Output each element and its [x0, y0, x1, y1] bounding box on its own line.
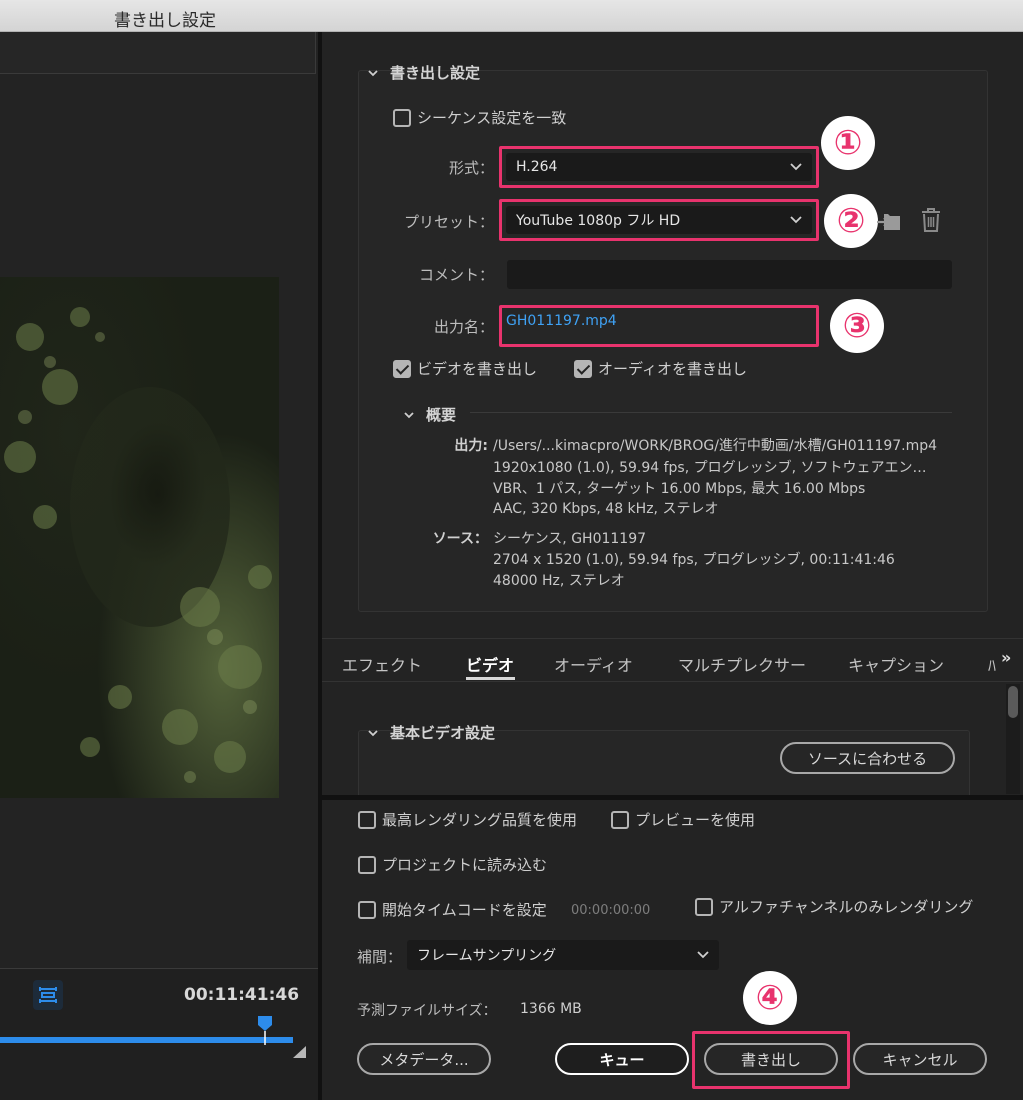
playhead-icon[interactable]	[257, 1015, 273, 1045]
summary-source-line: 2704 x 1520 (1.0), 59.94 fps, プログレッシブ, 0…	[493, 552, 895, 568]
import-into-project-label: プロジェクトに読み込む	[382, 856, 548, 874]
use-previews-checkbox[interactable]: プレビューを使用	[611, 809, 755, 830]
format-dropdown[interactable]: H.264	[506, 153, 812, 181]
chevron-down-icon	[790, 163, 802, 171]
comment-label: コメント：	[418, 266, 494, 284]
chevron-down-icon	[790, 216, 802, 224]
tab-video[interactable]: ビデオ	[466, 652, 514, 676]
estimated-size-label: 予測ファイルサイズ：	[357, 1003, 497, 1019]
tab-captions[interactable]: キャプション	[848, 652, 944, 676]
preset-dropdown[interactable]: YouTube 1080p フル HD	[506, 206, 812, 234]
scrollbar-thumb[interactable]	[1008, 686, 1018, 718]
format-label: 形式：	[448, 159, 494, 177]
checkbox-box[interactable]	[358, 810, 376, 829]
metadata-button[interactable]: メタデータ...	[357, 1043, 491, 1075]
match-source-button[interactable]: ソースに合わせる	[780, 742, 955, 774]
checkbox-box[interactable]	[393, 108, 411, 127]
step-badge-1: ①	[823, 118, 873, 168]
bottom-section-divider	[322, 795, 1023, 800]
summary-header[interactable]: 概要	[404, 404, 456, 425]
tab-overflow-icon[interactable]: »	[1001, 648, 1011, 667]
export-audio-checkbox[interactable]: オーディオを書き出し	[574, 358, 747, 379]
chevron-down-icon	[368, 729, 378, 736]
export-video-label: ビデオを書き出し	[417, 360, 538, 378]
chevron-down-icon	[368, 69, 378, 76]
chevron-down-icon	[697, 951, 709, 959]
checkbox-box[interactable]	[695, 897, 713, 916]
match-sequence-checkbox[interactable]: シーケンス設定を一致	[393, 107, 566, 128]
summary-divider	[470, 412, 952, 413]
window-titlebar: 書き出し設定	[0, 0, 1023, 32]
checkbox-box[interactable]	[393, 359, 411, 378]
summary-source-key: ソース：	[432, 531, 488, 547]
max-render-quality-label: 最高レンダリング品質を使用	[382, 811, 578, 829]
checkbox-box[interactable]	[611, 810, 629, 829]
set-start-timecode-checkbox[interactable]: 開始タイムコードを設定	[358, 899, 547, 920]
checkbox-box[interactable]	[358, 855, 376, 874]
export-video-checkbox[interactable]: ビデオを書き出し	[393, 358, 537, 379]
timecode-display: 00:11:41:46	[184, 985, 300, 1005]
export-button[interactable]: 書き出し	[704, 1043, 838, 1075]
import-into-project-checkbox[interactable]: プロジェクトに読み込む	[358, 854, 547, 875]
step-badge-2: ②	[826, 196, 876, 246]
match-sequence-label: シーケンス設定を一致	[417, 109, 567, 127]
preset-label: プリセット：	[403, 213, 494, 231]
basic-video-title: 基本ビデオ設定	[390, 724, 496, 742]
tab-multiplexer[interactable]: マルチプレクサー	[678, 652, 806, 676]
output-name-link[interactable]: GH011197.mp4	[506, 313, 617, 329]
active-tab-indicator	[466, 677, 515, 680]
comment-field[interactable]	[507, 260, 952, 289]
summary-output-line: AAC, 320 Kbps, 48 kHz, ステレオ	[493, 501, 719, 517]
cancel-button[interactable]: キャンセル	[853, 1043, 987, 1075]
tab-audio[interactable]: オーディオ	[554, 652, 633, 676]
fit-frame-icon[interactable]	[33, 980, 63, 1010]
estimated-size-value: 1366 MB	[520, 1001, 582, 1017]
summary-title: 概要	[426, 406, 457, 424]
tab-publish-partial[interactable]: ﾊ	[988, 652, 998, 676]
trash-icon[interactable]	[920, 207, 942, 233]
interpolation-dropdown[interactable]: フレームサンプリング	[407, 940, 719, 970]
export-settings-title: 書き出し設定	[390, 64, 481, 82]
export-settings-header[interactable]: 書き出し設定	[368, 62, 480, 83]
checkbox-box[interactable]	[574, 359, 592, 378]
interpolation-label: 補間：	[357, 948, 403, 966]
output-name-label: 出力名：	[433, 318, 494, 336]
render-alpha-only-label: アルファチャンネルのみレンダリング	[719, 898, 974, 916]
window-title: 書き出し設定	[114, 11, 216, 31]
summary-output-line: VBR、1 パス, ターゲット 16.00 Mbps, 最大 16.00 Mbp…	[493, 481, 866, 497]
summary-output-key: 出力:	[454, 438, 488, 454]
tab-effects[interactable]: エフェクト	[342, 652, 422, 676]
out-point-marker-icon[interactable]	[293, 1046, 306, 1058]
interpolation-value: フレームサンプリング	[417, 948, 557, 964]
step-badge-3: ③	[832, 301, 882, 351]
use-previews-label: プレビューを使用	[635, 811, 756, 829]
scrub-bar[interactable]	[0, 1037, 293, 1043]
max-render-quality-checkbox[interactable]: 最高レンダリング品質を使用	[358, 809, 577, 830]
format-value: H.264	[516, 159, 558, 175]
chevron-down-icon	[404, 411, 414, 418]
set-start-timecode-label: 開始タイムコードを設定	[382, 901, 547, 919]
basic-video-header[interactable]: 基本ビデオ設定	[368, 722, 495, 743]
summary-source-line: シーケンス, GH011197	[493, 531, 647, 547]
start-timecode-value[interactable]: 00:00:00:00	[571, 903, 650, 918]
export-audio-label: オーディオを書き出し	[598, 360, 747, 378]
queue-button[interactable]: キュー	[555, 1043, 689, 1075]
step-badge-4: ④	[745, 973, 795, 1023]
import-preset-icon[interactable]	[876, 208, 902, 232]
checkbox-box[interactable]	[358, 900, 376, 919]
video-frame-image	[0, 277, 279, 798]
source-output-tab-bar	[0, 32, 316, 74]
preset-value: YouTube 1080p フル HD	[516, 213, 681, 229]
video-preview	[0, 277, 279, 798]
summary-source-line: 48000 Hz, ステレオ	[493, 573, 625, 589]
summary-output-line: 1920x1080 (1.0), 59.94 fps, プログレッシブ, ソフト…	[493, 460, 927, 476]
summary-output-line: /Users/...kimacpro/WORK/BROG/進行中動画/水槽/GH…	[493, 438, 938, 454]
render-alpha-only-checkbox[interactable]: アルファチャンネルのみレンダリング	[695, 896, 973, 917]
